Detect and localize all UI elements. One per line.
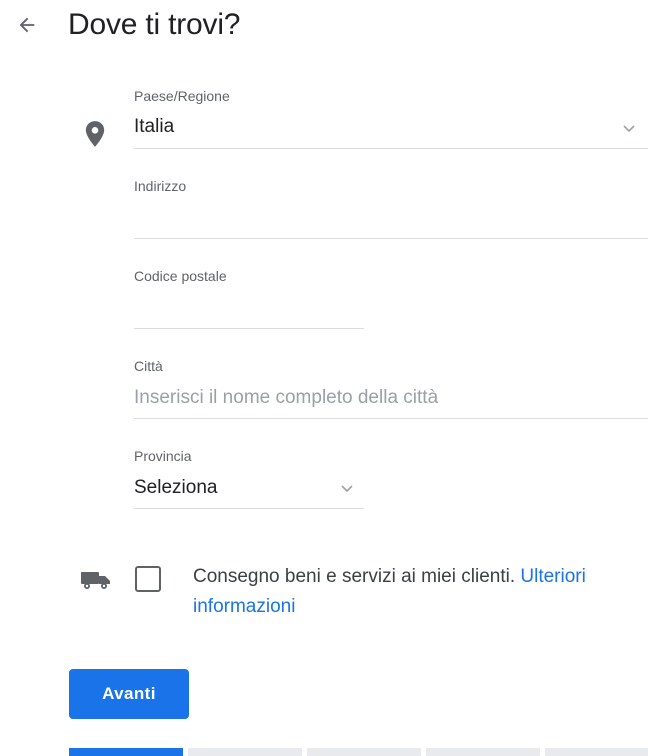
address-input[interactable] xyxy=(134,202,648,236)
learn-more-link[interactable]: Ulteriori xyxy=(520,566,585,587)
delivery-description: Consegno beni e servizi ai miei clienti.… xyxy=(193,562,643,622)
progress-step xyxy=(307,748,421,756)
progress-step xyxy=(188,748,302,756)
location-pin-icon xyxy=(85,121,105,147)
chevron-down-icon[interactable] xyxy=(622,124,636,134)
chevron-down-icon[interactable] xyxy=(340,484,354,494)
next-button[interactable]: Avanti xyxy=(69,669,189,719)
truck-icon xyxy=(81,572,110,589)
page-title: Dove ti trovi? xyxy=(68,8,241,41)
address-underline xyxy=(134,238,648,239)
country-underline xyxy=(134,148,648,149)
learn-more-link-continued[interactable]: informazioni xyxy=(193,596,295,617)
delivery-text: Consegno beni e servizi ai miei clienti. xyxy=(193,566,516,587)
progress-step xyxy=(426,748,540,756)
address-label: Indirizzo xyxy=(134,178,187,194)
arrow-left-icon[interactable] xyxy=(14,12,40,38)
province-underline xyxy=(134,508,364,509)
city-underline xyxy=(134,418,648,419)
country-value[interactable]: Italia xyxy=(134,116,174,138)
country-label: Paese/Regione xyxy=(134,88,230,104)
postal-code-underline xyxy=(134,328,364,329)
province-label: Provincia xyxy=(134,448,192,464)
city-input[interactable] xyxy=(134,382,648,416)
progress-step xyxy=(545,748,648,756)
business-location-page: Dove ti trovi? Paese/Regione Italia Indi… xyxy=(0,0,648,756)
postal-code-label: Codice postale xyxy=(134,268,227,284)
progress-step xyxy=(69,748,183,756)
postal-code-input[interactable] xyxy=(134,292,364,326)
delivery-checkbox[interactable] xyxy=(135,566,161,592)
province-select[interactable]: Seleziona xyxy=(134,477,217,499)
city-label: Città xyxy=(134,358,163,374)
